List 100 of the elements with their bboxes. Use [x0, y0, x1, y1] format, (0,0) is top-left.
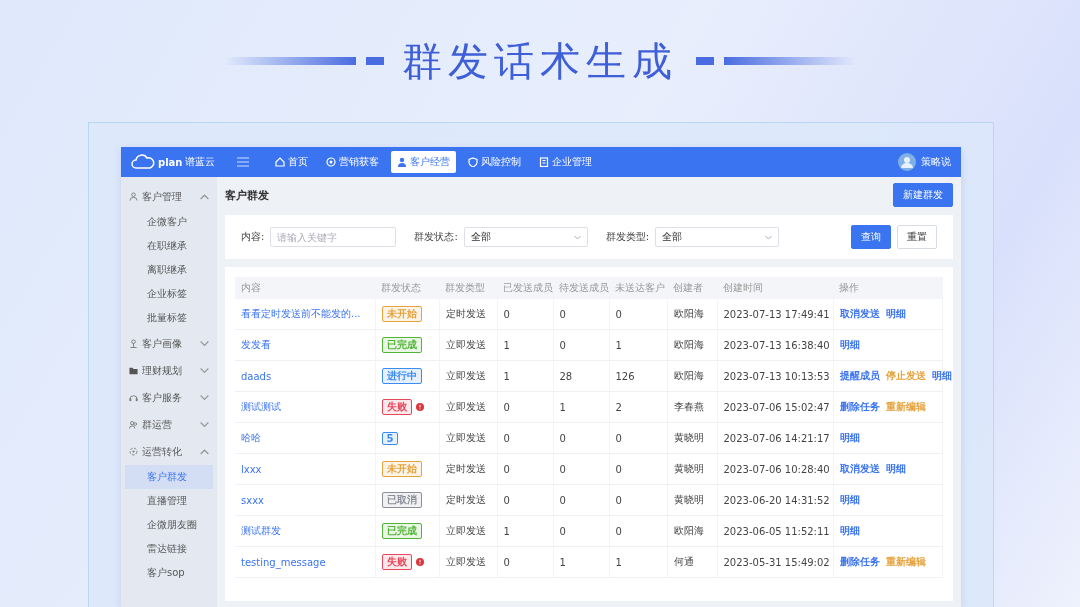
- action-link[interactable]: 明细: [885, 307, 906, 321]
- group-icon: [129, 420, 138, 429]
- cloud-logo-icon: [131, 154, 155, 170]
- nav-tab[interactable]: 客户经营: [391, 151, 456, 173]
- table-cell: 0: [503, 556, 510, 568]
- field-label: 内容:: [241, 230, 265, 244]
- table-cell: 0: [559, 525, 566, 537]
- table-cell: 欧阳海: [673, 339, 704, 350]
- column-header: 创建者: [667, 277, 717, 299]
- table-cell: 李春燕: [673, 401, 704, 412]
- status-tag: 已完成: [381, 337, 422, 353]
- sidebar-item[interactable]: 企微朋友圈: [125, 513, 213, 537]
- sidebar-item[interactable]: 客户群发: [125, 465, 213, 489]
- sidebar-group[interactable]: 理财规划: [121, 357, 217, 384]
- content-link[interactable]: 测试群发: [241, 525, 281, 536]
- select-field[interactable]: 全部: [463, 227, 588, 247]
- action-link[interactable]: 删除任务: [839, 400, 880, 414]
- sidebar-item[interactable]: 批量标签: [125, 306, 213, 330]
- content-link[interactable]: 哈哈: [241, 432, 261, 443]
- table-cell: 0: [615, 525, 622, 537]
- content-link[interactable]: testing_message: [241, 556, 326, 568]
- field-label: 群发类型:: [605, 230, 650, 244]
- table-cell: 0: [559, 463, 566, 475]
- table-cell: 欧阳海: [673, 370, 704, 381]
- content-link[interactable]: 看看定时发送前不能发的...: [241, 308, 361, 319]
- status-tag: 未开始: [381, 306, 422, 322]
- sidebar-group[interactable]: 群运营: [121, 411, 217, 438]
- sidebar-group[interactable]: 客户管理: [121, 183, 217, 210]
- action-link[interactable]: 提醒成员: [839, 369, 880, 383]
- table-cell: 定时发送: [445, 463, 486, 474]
- table-cell: 0: [503, 401, 510, 413]
- sidebar-item[interactable]: 企微客户: [125, 210, 213, 234]
- table-cell: 1: [615, 339, 622, 351]
- action-link[interactable]: 删除任务: [839, 555, 880, 569]
- sidebar-item[interactable]: 雷达链接: [125, 537, 213, 561]
- table-cell: 2023-05-31 15:49:02: [723, 556, 830, 568]
- action-link[interactable]: 明细: [931, 369, 952, 383]
- nav-tab[interactable]: 营销获客: [320, 151, 385, 173]
- table-cell: 立即发送: [445, 401, 486, 412]
- chevron-icon: [765, 234, 773, 240]
- action-link[interactable]: 明细: [885, 462, 906, 476]
- search-field[interactable]: 请输入关键字: [270, 227, 397, 247]
- sidebar-item[interactable]: 离职继承: [125, 258, 213, 282]
- content-link[interactable]: 发发看: [241, 339, 271, 350]
- nav-tab[interactable]: 风险控制: [462, 151, 527, 173]
- new-broadcast-button[interactable]: 新建群发: [893, 183, 953, 207]
- column-header: 创建时间: [717, 277, 833, 299]
- select-field[interactable]: 全部: [655, 227, 780, 247]
- table-cell: 2023-07-06 14:21:17: [723, 432, 830, 444]
- table-cell: 1: [503, 339, 510, 351]
- sidebar-group[interactable]: 运营转化: [121, 438, 217, 465]
- table-cell: 0: [503, 308, 510, 320]
- table-cell: 2023-07-13 16:38:40: [723, 339, 830, 351]
- action-link[interactable]: 取消发送: [839, 307, 880, 321]
- table-cell: 何通: [673, 556, 694, 567]
- table-cell: 黄晓明: [673, 463, 704, 474]
- sidebar-item[interactable]: 客户sop: [125, 561, 213, 585]
- table-cell: 2: [615, 401, 622, 413]
- content-link[interactable]: daads: [241, 370, 272, 382]
- user-name: 策略说: [921, 155, 951, 169]
- content-link[interactable]: sxxx: [241, 494, 264, 506]
- content-link[interactable]: 测试测试: [241, 401, 281, 412]
- action-link[interactable]: 明细: [839, 431, 860, 445]
- column-header: 待发送成员: [553, 277, 609, 299]
- sidebar-group[interactable]: 客户画像: [121, 330, 217, 357]
- sidebar-item[interactable]: 在职继承: [125, 234, 213, 258]
- action-link[interactable]: 取消发送: [839, 462, 880, 476]
- chevron-icon: [200, 339, 209, 348]
- sidebar-group[interactable]: 客户服务: [121, 384, 217, 411]
- nav-tab[interactable]: 首页: [269, 151, 314, 173]
- action-link[interactable]: 明细: [839, 338, 860, 352]
- nav-tab[interactable]: 企业管理: [533, 151, 598, 173]
- table-cell: 欧阳海: [673, 525, 704, 536]
- column-header: 内容: [235, 277, 375, 299]
- table-cell: 0: [615, 494, 622, 506]
- table-cell: 黄晓明: [673, 432, 704, 443]
- avatar-icon[interactable]: [898, 153, 916, 171]
- chevron-icon: [200, 393, 209, 402]
- search-button[interactable]: 查询: [851, 225, 891, 249]
- page-title: 客户群发: [225, 187, 269, 203]
- table-cell: 定时发送: [445, 494, 486, 505]
- table-cell: 1: [503, 370, 510, 382]
- status-tag: 失败: [381, 399, 412, 415]
- table-cell: 立即发送: [445, 370, 486, 381]
- table-cell: 2023-07-13 10:13:53: [723, 370, 830, 382]
- content-link[interactable]: lxxx: [241, 463, 262, 475]
- user-icon: [397, 157, 407, 167]
- column-header: 操作: [833, 277, 943, 299]
- chevron-icon: [200, 192, 209, 201]
- chevron-icon: [200, 420, 209, 429]
- sidebar-item[interactable]: 企业标签: [125, 282, 213, 306]
- table-cell: 2023-06-05 11:52:11: [723, 525, 830, 537]
- table-cell: 定时发送: [445, 308, 486, 319]
- table-cell: 0: [559, 432, 566, 444]
- reset-button[interactable]: 重置: [897, 225, 937, 249]
- action-link[interactable]: 明细: [839, 493, 860, 507]
- action-link[interactable]: 明细: [839, 524, 860, 538]
- table-cell: 欧阳海: [673, 308, 704, 319]
- sidebar-item[interactable]: 直播管理: [125, 489, 213, 513]
- table-cell: 1: [503, 525, 510, 537]
